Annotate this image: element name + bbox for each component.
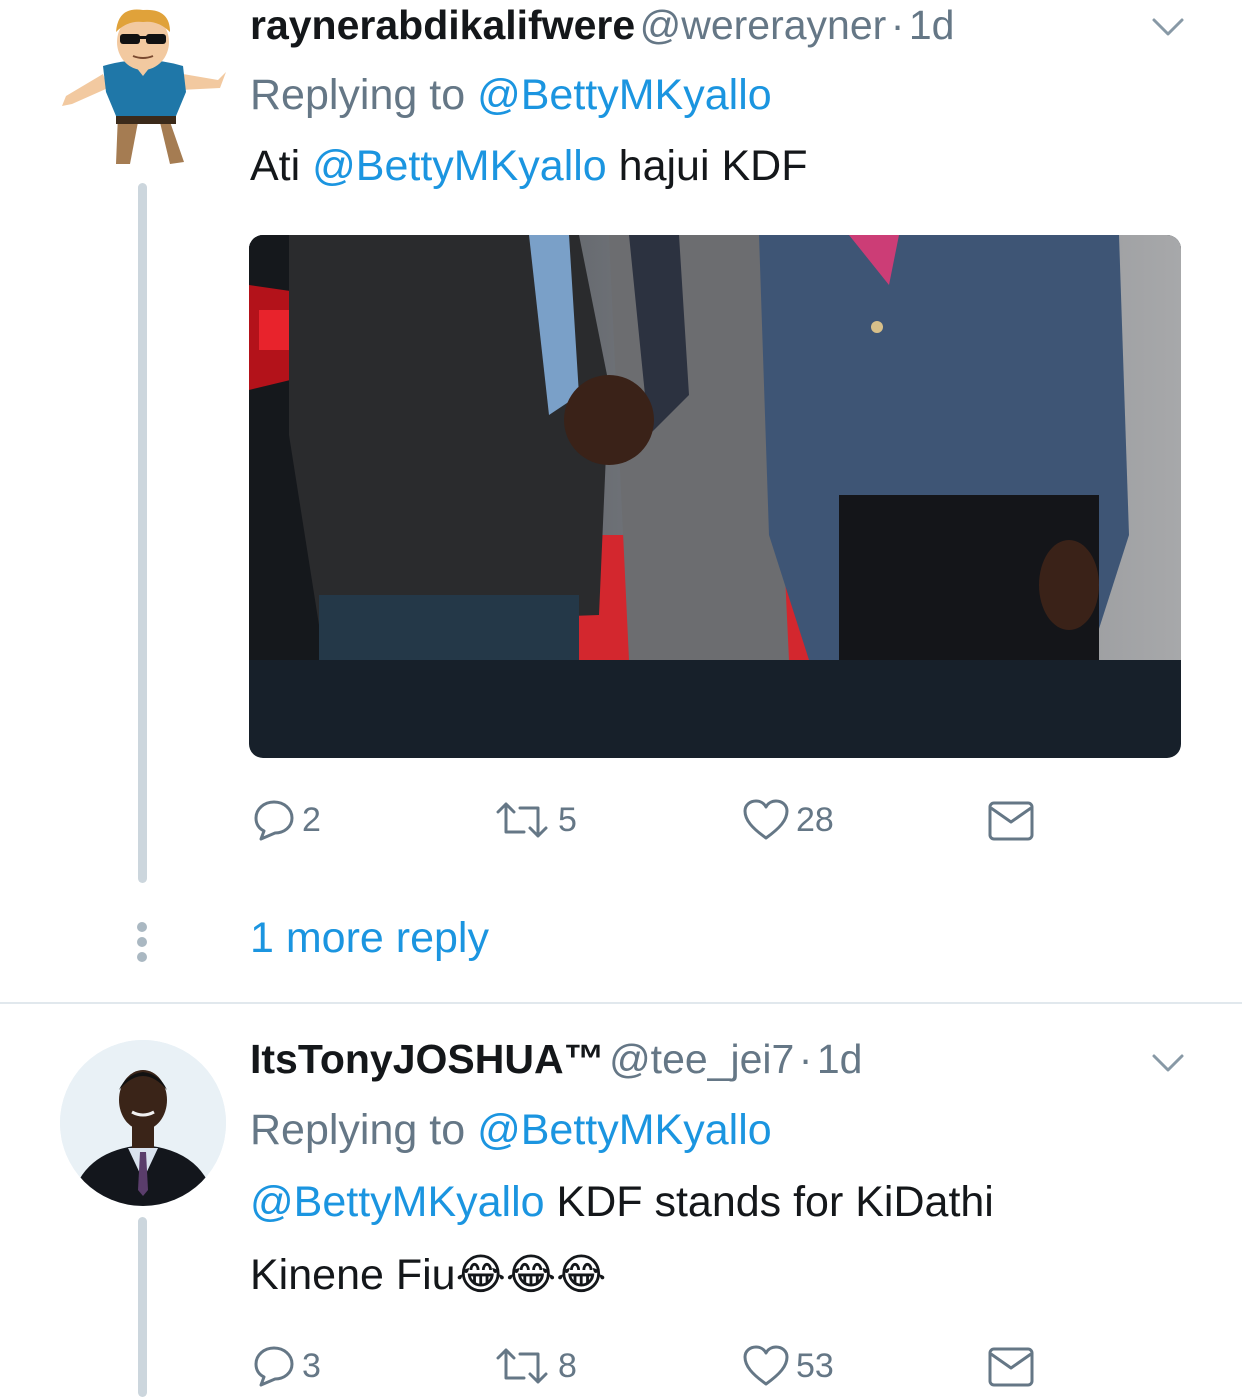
retweet-count: 8 [558, 1346, 577, 1385]
retweet-icon [496, 1348, 548, 1384]
separator: · [798, 1036, 813, 1082]
tweet-text: Ati @BettyMKyallo hajui KDF [250, 142, 807, 191]
tweet-text-line-2: Kinene Fiu😂😂😂 [250, 1250, 606, 1300]
tweet-text: @BettyMKyallo KDF stands for KiDathi [250, 1178, 994, 1227]
tweet-header: ItsTonyJOSHUA™ @tee_jei7 · 1d [250, 1036, 862, 1083]
direct-message-button[interactable] [987, 800, 1035, 842]
user-handle[interactable]: @wererayner [640, 2, 887, 48]
reply-bubble-icon [254, 1346, 294, 1387]
text-segment: Kinene Fiu [250, 1251, 456, 1299]
thread-line [138, 183, 147, 883]
tweet[interactable]: raynerabdikalifwere @wererayner · 1d Rep… [0, 0, 1242, 1000]
more-replies-link[interactable]: 1 more reply [250, 914, 489, 963]
text-segment: Ati [250, 142, 301, 190]
replying-to-label: Replying to [250, 1106, 466, 1154]
text-segment: hajui KDF [618, 142, 808, 190]
retweet-button[interactable]: 8 [492, 1344, 577, 1388]
reply-button[interactable]: 3 [252, 1344, 321, 1388]
replying-to-label: Replying to [250, 71, 466, 119]
retweet-icon [496, 802, 548, 838]
tweet-header: raynerabdikalifwere @wererayner · 1d [250, 2, 954, 49]
reply-button[interactable]: 2 [252, 798, 321, 842]
avatar[interactable] [58, 4, 228, 174]
mention-link[interactable]: @BettyMKyallo [312, 142, 607, 190]
tweet-media-image[interactable] [249, 235, 1181, 758]
more-replies-dots-icon [137, 922, 147, 962]
separator: · [890, 2, 905, 48]
avatar[interactable] [60, 1040, 226, 1206]
like-button[interactable]: 53 [742, 1344, 834, 1388]
direct-message-button[interactable] [987, 1346, 1035, 1388]
envelope-icon [988, 801, 1034, 841]
photo-content [249, 235, 1181, 660]
user-handle[interactable]: @tee_jei7 [609, 1036, 794, 1082]
display-name[interactable]: raynerabdikalifwere [250, 2, 635, 48]
replying-to-handle[interactable]: @BettyMKyallo [477, 1106, 772, 1154]
reply-count: 3 [302, 1346, 321, 1385]
text-segment: KDF stands for KiDathi [556, 1178, 994, 1226]
timestamp[interactable]: 1d [909, 2, 955, 48]
profile-photo [60, 1040, 226, 1206]
chevron-down-icon[interactable] [1150, 14, 1186, 47]
replying-to: Replying to @BettyMKyallo [250, 71, 772, 120]
like-count: 28 [796, 800, 834, 839]
laughing-emoji: 😂😂😂 [455, 1251, 607, 1299]
replying-to-handle[interactable]: @BettyMKyallo [477, 71, 772, 119]
retweet-count: 5 [558, 800, 577, 839]
timestamp[interactable]: 1d [817, 1036, 863, 1082]
thread-line [138, 1217, 147, 1397]
retweet-button[interactable]: 5 [492, 798, 577, 842]
tweet[interactable]: ItsTonyJOSHUA™ @tee_jei7 · 1d Replying t… [0, 1004, 1242, 1397]
reply-bubble-icon [254, 800, 294, 841]
heart-icon [743, 1345, 789, 1386]
heart-icon [743, 799, 789, 840]
envelope-icon [988, 1347, 1034, 1387]
replying-to: Replying to @BettyMKyallo [250, 1106, 772, 1155]
chevron-down-icon[interactable] [1150, 1050, 1186, 1083]
like-count: 53 [796, 1346, 834, 1385]
mention-link[interactable]: @BettyMKyallo [250, 1178, 545, 1226]
like-button[interactable]: 28 [742, 798, 834, 842]
reply-count: 2 [302, 800, 321, 839]
cartoon-avatar-image [62, 9, 226, 164]
display-name[interactable]: ItsTonyJOSHUA™ [250, 1036, 605, 1082]
